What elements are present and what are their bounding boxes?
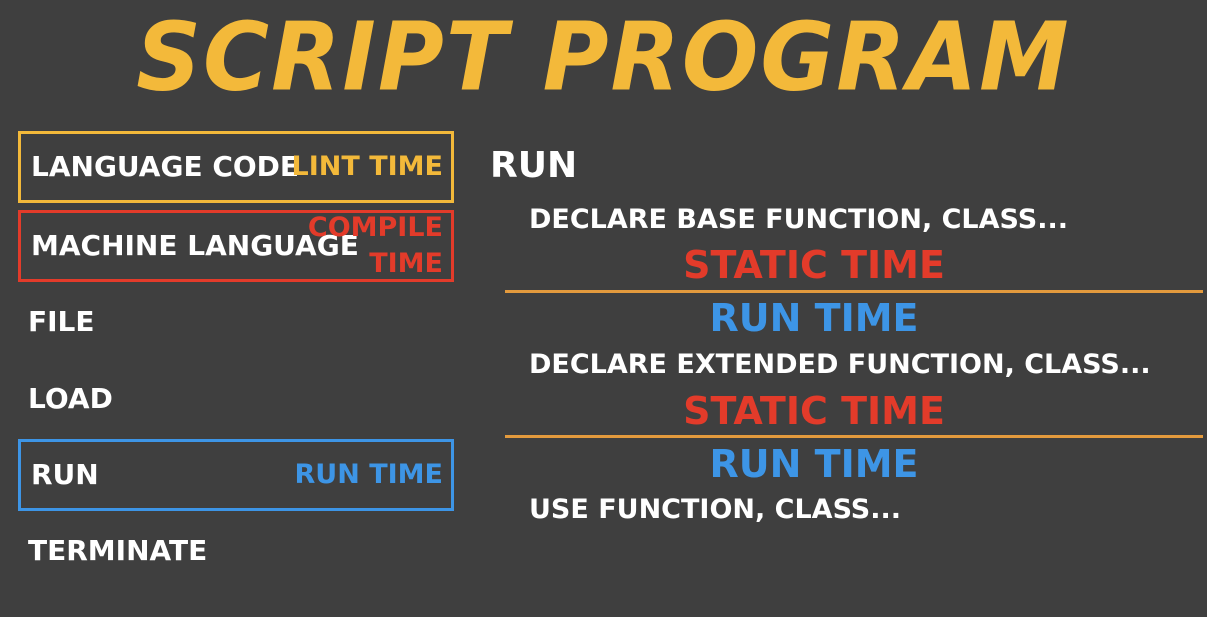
static-time-label-1: STATIC TIME <box>683 243 945 287</box>
lint-time-tag: LINT TIME <box>291 151 443 182</box>
run-time-label-2: RUN TIME <box>709 442 919 486</box>
step-label: TERMINATE <box>28 534 208 567</box>
divider-line-1 <box>505 290 1203 293</box>
run-heading: RUN <box>490 145 578 186</box>
step-machine-language: MACHINE LANGUAGE COMPILE TIME <box>18 210 454 282</box>
page-title: SCRIPT PROGRAM <box>136 2 1071 113</box>
compile-time-tag: COMPILE TIME <box>308 210 443 282</box>
step-label: RUN <box>31 458 99 491</box>
declare-extended-text: DECLARE EXTENDED FUNCTION, CLASS... <box>529 349 1151 380</box>
compile-time-line1: COMPILE <box>307 212 443 243</box>
declare-base-text: DECLARE BASE FUNCTION, CLASS... <box>529 204 1068 235</box>
step-run: RUN RUN TIME <box>18 439 454 511</box>
step-label: FILE <box>28 305 95 338</box>
step-label: LANGUAGE CODE <box>31 150 300 183</box>
step-terminate: TERMINATE <box>18 515 454 587</box>
divider-line-2 <box>505 435 1203 438</box>
step-file: FILE <box>18 286 454 358</box>
step-language-code: LANGUAGE CODE LINT TIME <box>18 131 454 203</box>
step-label: LOAD <box>28 382 113 415</box>
step-load: LOAD <box>18 363 454 435</box>
compile-time-line2: TIME <box>369 248 443 279</box>
use-function-text: USE FUNCTION, CLASS... <box>529 494 902 525</box>
run-time-label-1: RUN TIME <box>709 296 919 340</box>
run-time-tag: RUN TIME <box>294 459 444 490</box>
static-time-label-2: STATIC TIME <box>683 389 945 433</box>
